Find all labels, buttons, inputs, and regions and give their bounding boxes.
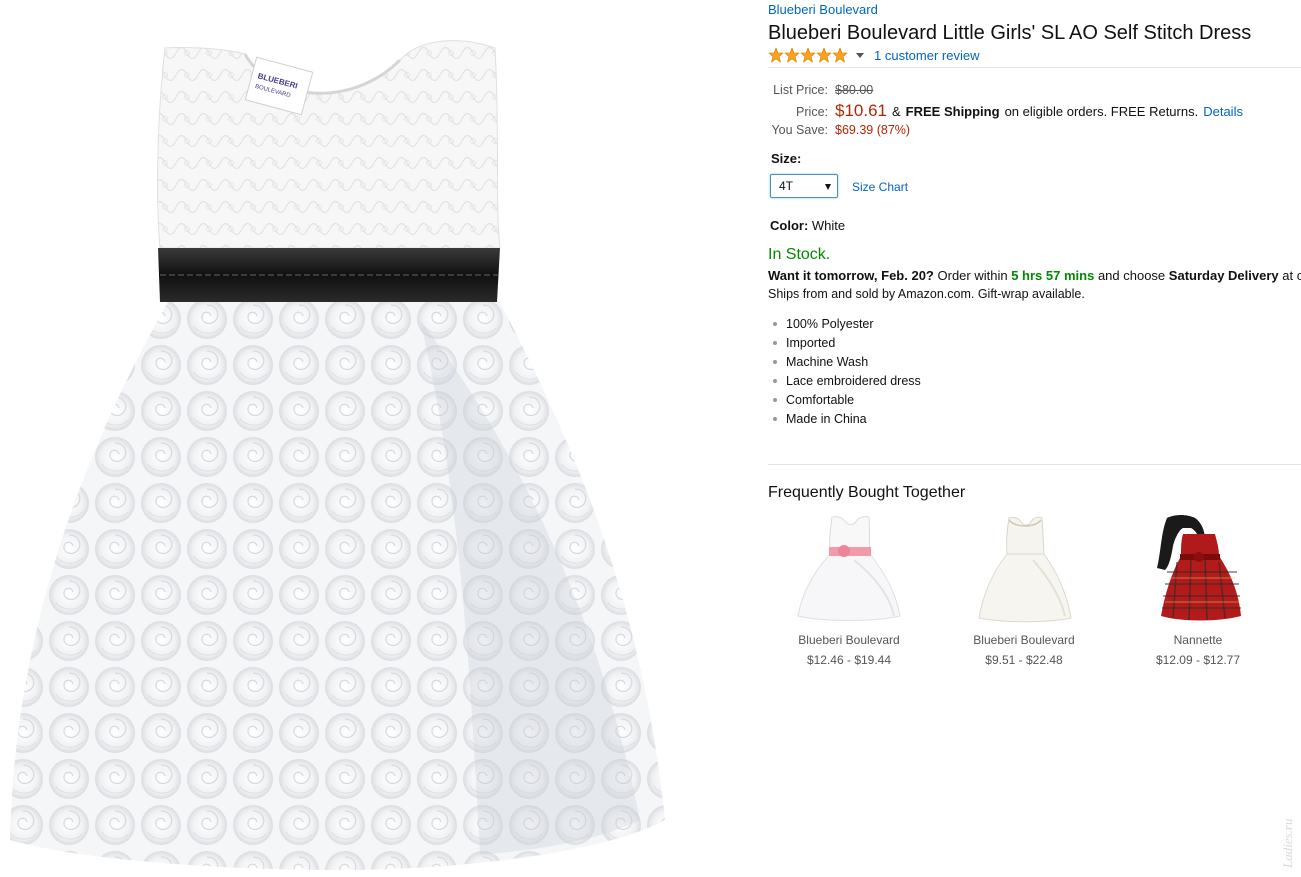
- fbt-item-name[interactable]: Blueberi Boulevard: [949, 633, 1099, 647]
- fbt-item-name[interactable]: Blueberi Boulevard: [774, 633, 924, 647]
- star-icon: [832, 47, 848, 63]
- feature-text: Made in China: [786, 411, 867, 426]
- rating-row: 1 customer review: [768, 46, 979, 64]
- size-chart-link[interactable]: Size Chart: [852, 180, 908, 194]
- star-rating[interactable]: [768, 47, 848, 63]
- feature-bullets: 100% Polyester Imported Machine Wash Lac…: [768, 314, 921, 428]
- color-value: White: [811, 218, 846, 233]
- price-row: Price: $10.61 & FREE Shipping on eligibl…: [768, 101, 1243, 121]
- feature-text: Machine Wash: [786, 354, 869, 369]
- fbt-item[interactable]: Nannette $12.09 - $12.77: [1123, 512, 1273, 667]
- want-it-text: Want it tomorrow, Feb. 20?: [768, 268, 934, 283]
- fbt-item-price: $9.51 - $22.48: [985, 653, 1063, 667]
- bullet-icon: [773, 359, 777, 364]
- eligible-text: on eligible orders. FREE Returns.: [1004, 104, 1199, 119]
- delivery-message: Want it tomorrow, Feb. 20? Order within …: [768, 268, 1301, 283]
- product-title: Blueberi Boulevard Little Girls' SL AO S…: [768, 22, 1252, 44]
- product-details: Blueberi Boulevard Blueberi Boulevard Li…: [768, 0, 1301, 877]
- details-link[interactable]: Details: [1203, 104, 1243, 119]
- you-save-label: You Save:: [771, 123, 828, 137]
- fbt-title: Frequently Bought Together: [768, 484, 966, 501]
- color-label: Color:: [770, 218, 809, 233]
- and-choose-text: and choose: [1097, 268, 1166, 283]
- customer-review-link[interactable]: 1 customer review: [874, 48, 979, 63]
- list-price-value: $80.00: [835, 83, 874, 97]
- feature-item: Made in China: [768, 409, 921, 428]
- dropdown-caret-icon: [825, 184, 831, 190]
- feature-item: Imported: [768, 333, 921, 352]
- saturday-delivery-text: Saturday Delivery: [1168, 268, 1279, 283]
- you-save-row: You Save: $69.39 (87%): [768, 123, 910, 137]
- watermark: Ladies.ru: [1272, 750, 1301, 870]
- divider: [768, 67, 1301, 68]
- star-icon: [800, 47, 816, 63]
- star-icon: [784, 47, 800, 63]
- bullet-icon: [773, 378, 777, 383]
- fbt-item-price: $12.46 - $19.44: [806, 653, 892, 667]
- fbt-item-name[interactable]: Nannette: [1123, 633, 1273, 647]
- feature-text: 100% Polyester: [786, 316, 874, 331]
- list-price-label: List Price:: [773, 83, 828, 97]
- brand-link[interactable]: Blueberi Boulevard: [768, 2, 878, 17]
- size-select[interactable]: 4T: [770, 174, 838, 198]
- divider: [768, 464, 1301, 465]
- fbt-product-image[interactable]: [969, 512, 1079, 624]
- bullet-icon: [773, 397, 777, 402]
- fbt-item[interactable]: Blueberi Boulevard $9.51 - $22.48: [949, 512, 1099, 667]
- ships-from-text: Ships from and sold by Amazon.com. Gift-…: [768, 287, 1085, 301]
- feature-text: Lace embroidered dress: [786, 373, 921, 388]
- feature-item: Machine Wash: [768, 352, 921, 371]
- bullet-icon: [773, 416, 777, 421]
- countdown-text: 5 hrs 57 mins: [1011, 268, 1095, 283]
- feature-item: Comfortable: [768, 390, 921, 409]
- at-text: at c: [1282, 268, 1301, 283]
- product-main-image[interactable]: BLUEBERI BOULEVARD: [0, 20, 680, 877]
- feature-text: Comfortable: [786, 392, 855, 407]
- star-icon: [768, 47, 784, 63]
- feature-item: 100% Polyester: [768, 314, 921, 333]
- fbt-product-image[interactable]: [794, 512, 904, 624]
- color-row: Color: White: [770, 218, 845, 233]
- bullet-icon: [773, 340, 777, 345]
- watermark-text: Ladies.ru: [1280, 818, 1295, 869]
- fbt-item-price: $12.09 - $12.77: [1155, 653, 1241, 667]
- fbt-product-image[interactable]: [1143, 512, 1253, 624]
- amp-text: &: [892, 104, 901, 119]
- order-within-text: Order within: [937, 268, 1008, 283]
- free-shipping-text: FREE Shipping: [905, 104, 1000, 119]
- feature-text: Imported: [786, 335, 836, 350]
- in-stock-status: In Stock.: [768, 246, 831, 263]
- star-icon: [816, 47, 832, 63]
- size-label: Size:: [771, 151, 802, 166]
- feature-item: Lace embroidered dress: [768, 371, 921, 390]
- bullet-icon: [773, 321, 777, 326]
- chevron-down-icon[interactable]: [856, 52, 864, 58]
- price-value: $10.61: [835, 101, 887, 120]
- product-page: BLUEBERI BOULEVARD Blueberi Boulevard Bl…: [0, 0, 1301, 877]
- fbt-item[interactable]: Blueberi Boulevard $12.46 - $19.44: [774, 512, 924, 667]
- list-price-row: List Price: $80.00: [768, 83, 873, 97]
- size-selected-value: 4T: [779, 179, 794, 193]
- price-label: Price:: [796, 105, 828, 119]
- you-save-value: $69.39 (87%): [835, 123, 911, 137]
